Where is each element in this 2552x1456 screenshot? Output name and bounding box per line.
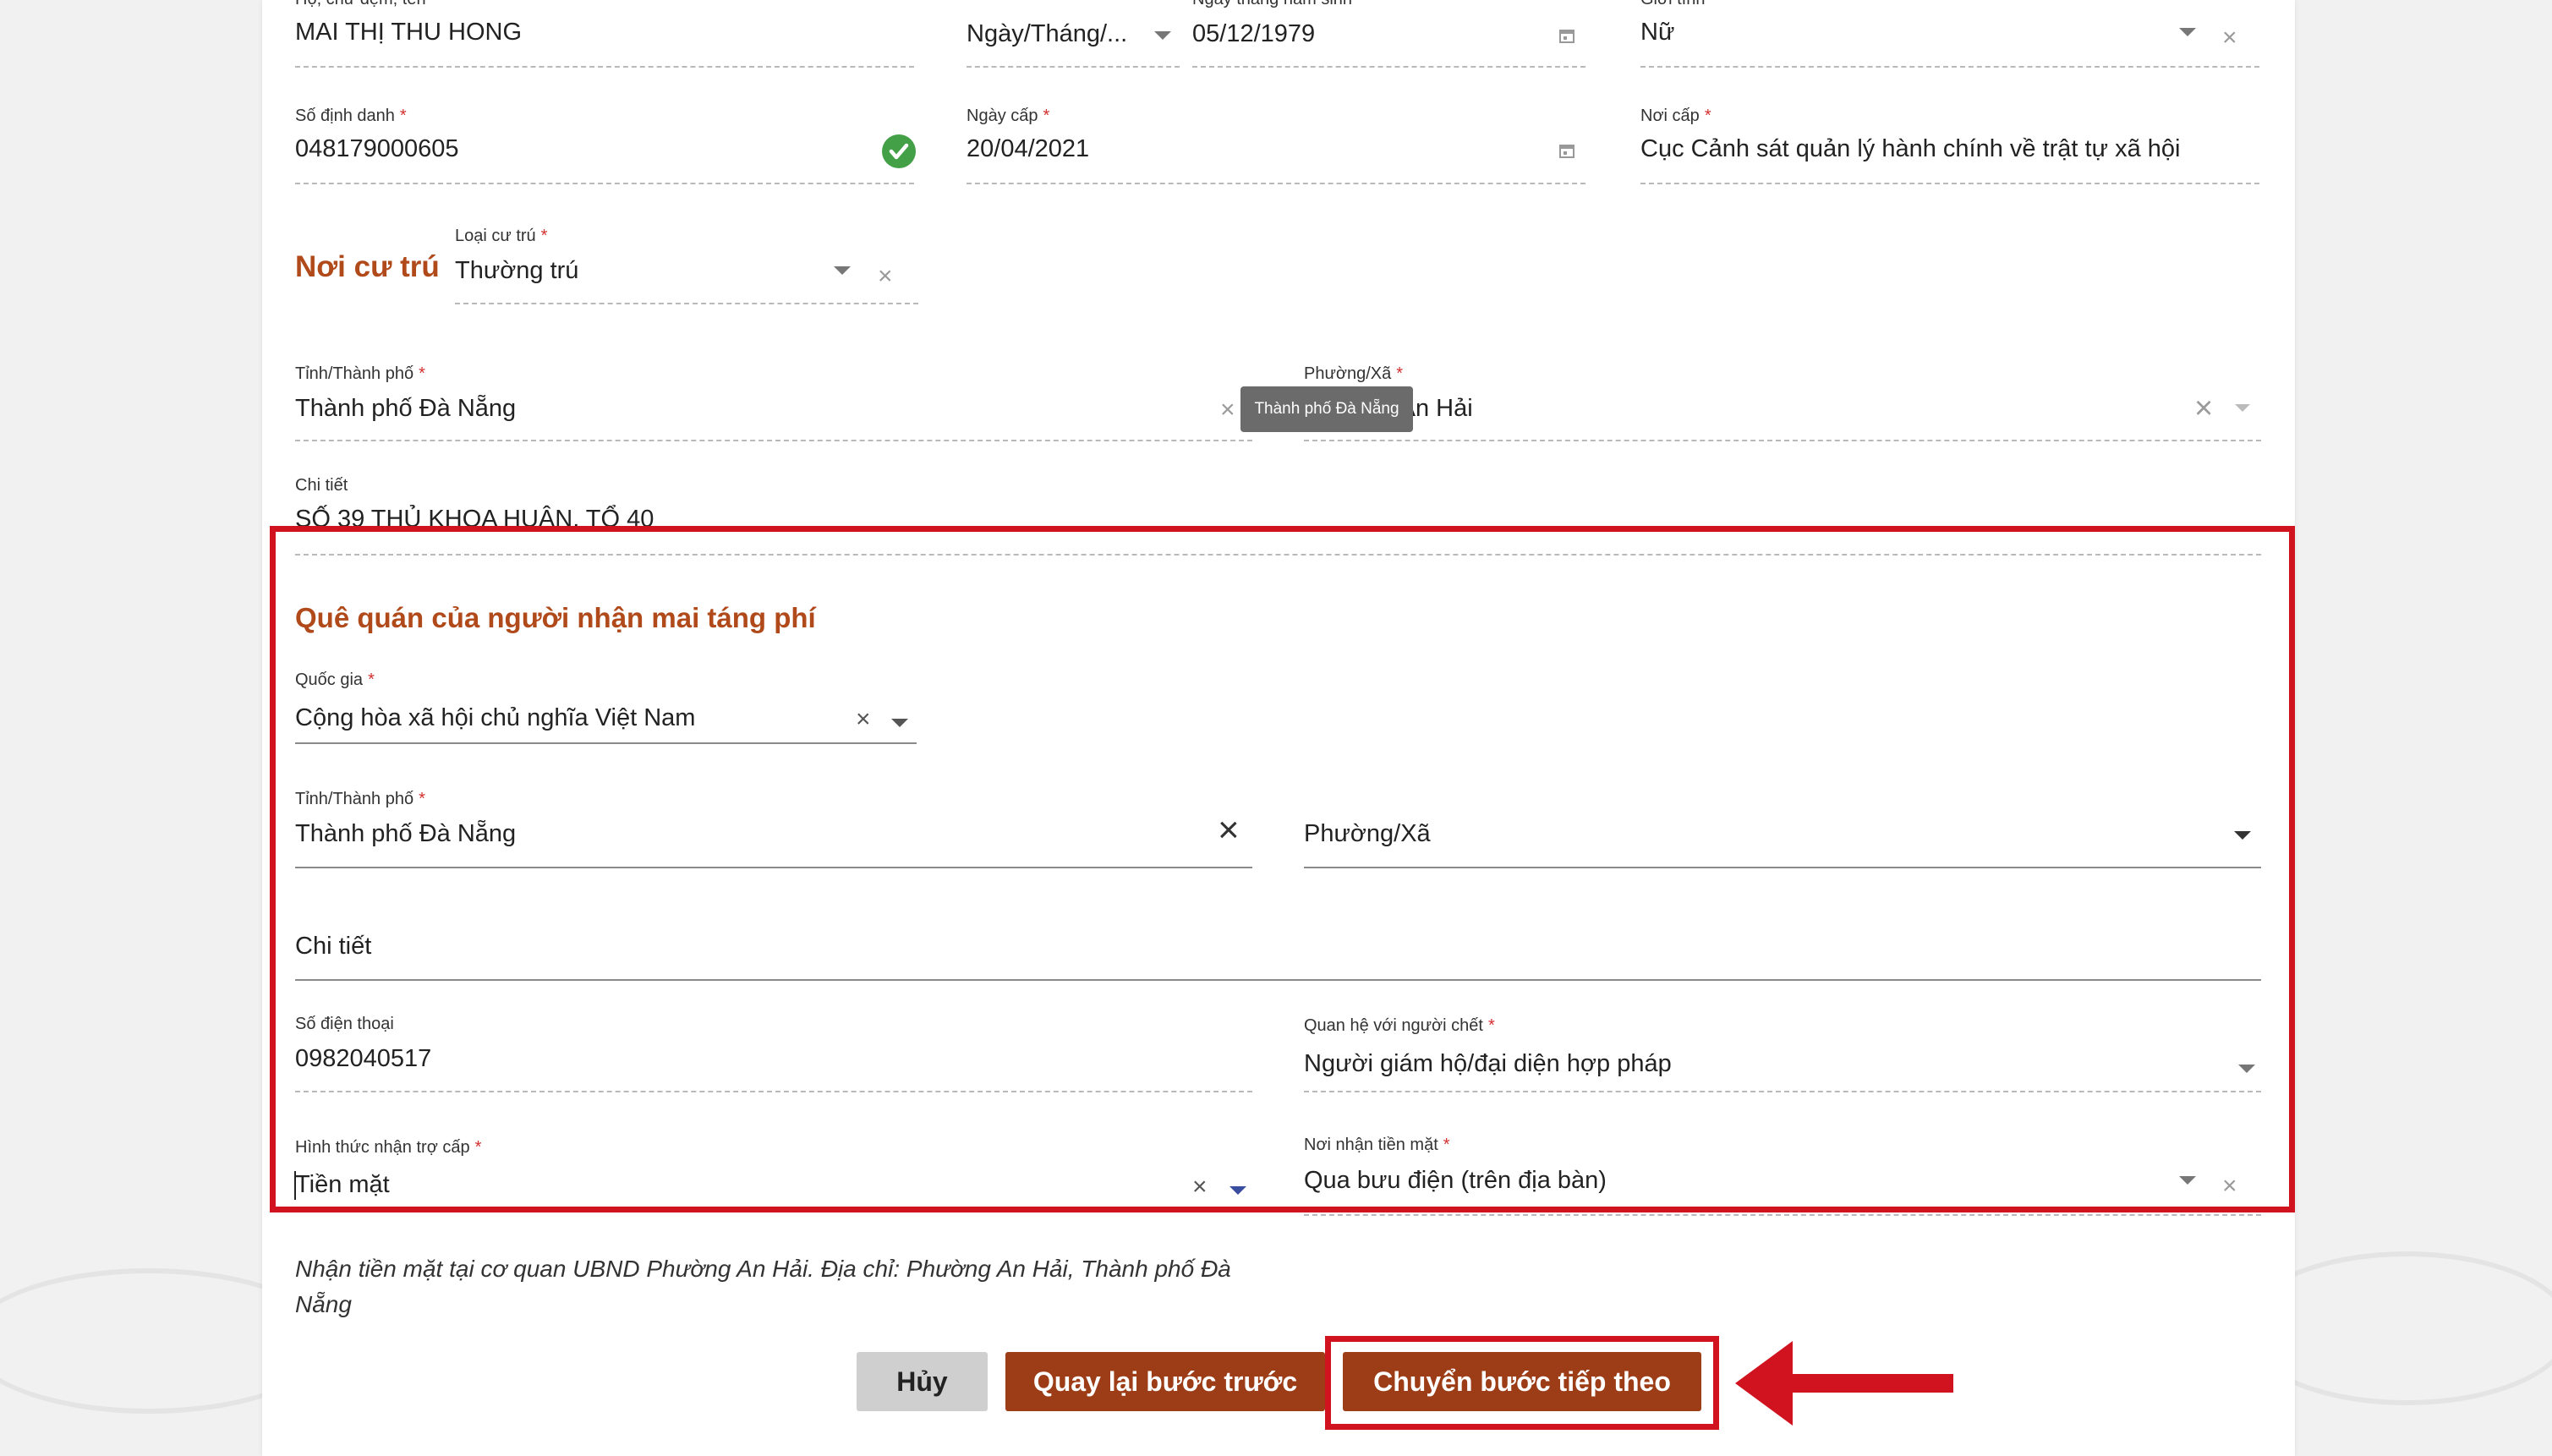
clear-icon[interactable]: × <box>1220 397 1235 423</box>
receive-place-underline <box>1304 1214 2261 1216</box>
residence-type-select[interactable]: Thường trú <box>455 257 578 285</box>
issue-date-label: Ngày cấp * <box>967 107 1050 125</box>
province-tooltip: Thành phố Đà Nẵng <box>1240 386 1413 432</box>
dob-label: Ngày tháng năm sinh* <box>1192 0 1364 9</box>
calendar-icon[interactable] <box>1558 27 1575 44</box>
back-button[interactable]: Quay lại bước trước <box>1005 1352 1325 1411</box>
cancel-button[interactable]: Hủy <box>857 1352 988 1411</box>
cash-receive-note: Nhận tiền mặt tại cơ quan UBND Phường An… <box>295 1256 1231 1317</box>
issue-date-underline <box>967 183 1585 184</box>
chevron-down-icon[interactable] <box>834 266 851 275</box>
issue-place-underline <box>1640 183 2259 184</box>
check-circle-icon <box>882 134 916 168</box>
residence-ward-underline <box>1304 440 2261 441</box>
residence-section-title: Nơi cư trú <box>295 250 440 283</box>
chevron-down-icon[interactable] <box>1154 31 1171 40</box>
name-label: Họ, chữ đệm, tên* <box>295 0 437 9</box>
residence-province-field[interactable]: Thành phố Đà Nẵng <box>295 395 516 423</box>
id-field[interactable]: 048179000605 <box>295 135 459 163</box>
calendar-icon[interactable] <box>1558 142 1575 159</box>
issue-place-label: Nơi cấp * <box>1640 107 1711 125</box>
highlight-box-next <box>1325 1336 1719 1430</box>
issue-date-field[interactable]: 20/04/2021 <box>967 135 1089 163</box>
highlight-box-section <box>270 526 2295 1212</box>
residence-type-underline <box>455 303 918 304</box>
residence-detail-label: Chi tiết <box>295 476 348 495</box>
gender-select[interactable]: Nữ <box>1640 19 1674 47</box>
chevron-down-icon[interactable] <box>2235 404 2250 412</box>
issue-place-field[interactable]: Cục Cảnh sát quản lý hành chính về trật … <box>1640 135 2180 163</box>
id-underline <box>295 183 914 184</box>
residence-province-underline <box>295 440 1252 441</box>
gender-label: Giới tính* <box>1640 0 1717 9</box>
dob-underline <box>1192 66 1585 68</box>
residence-type-label: Loại cư trú * <box>455 227 548 245</box>
clear-icon[interactable]: × <box>878 264 893 289</box>
dob-field[interactable]: 05/12/1979 <box>1192 20 1315 48</box>
gender-underline <box>1640 66 2259 68</box>
name-underline <box>295 66 914 68</box>
clear-icon[interactable]: × <box>2194 392 2213 424</box>
chevron-down-icon[interactable] <box>2179 28 2196 36</box>
residence-ward-label: Phường/Xã * <box>1304 364 1404 383</box>
residence-province-label: Tỉnh/Thành phố * <box>295 364 425 383</box>
clear-icon[interactable]: × <box>2222 25 2237 51</box>
dob-format-underline <box>967 66 1180 68</box>
arrow-left-icon <box>1735 1341 1953 1426</box>
name-field[interactable]: MAI THỊ THU HONG <box>295 19 522 47</box>
id-label: Số định danh * <box>295 107 407 125</box>
dob-format-select[interactable]: Ngày/Tháng/... <box>967 20 1127 48</box>
